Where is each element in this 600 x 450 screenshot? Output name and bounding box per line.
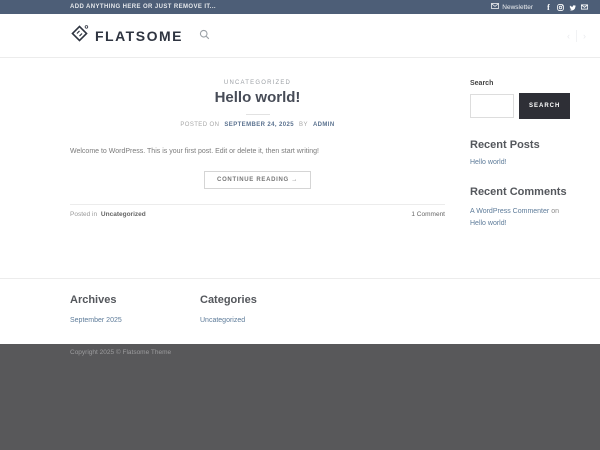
footer-archives: Archives September 2025 (70, 294, 200, 344)
absolute-footer: Copyright 2025 © Flatsome Theme (0, 344, 600, 450)
byline-prefix: POSTED ON (180, 122, 219, 128)
main-content: UNCATEGORIZED Hello world! POSTED ON SEP… (0, 58, 600, 278)
posted-in-label: Posted in (70, 211, 97, 218)
flatsome-diamond-icon (70, 24, 89, 48)
continue-reading-button[interactable]: CONTINUE READING → (204, 171, 311, 189)
instagram-icon[interactable] (557, 4, 564, 11)
post-category-label[interactable]: UNCATEGORIZED (70, 80, 445, 86)
chevron-right-icon: › (583, 31, 586, 41)
facebook-icon[interactable]: f (545, 4, 552, 11)
archive-link[interactable]: September 2025 (70, 317, 200, 324)
sidebar: Search SEARCH Recent Posts Hello world! … (470, 80, 588, 278)
sidebar-search-form: SEARCH (470, 93, 588, 119)
sidebar-search-button[interactable]: SEARCH (519, 93, 570, 119)
categories-title: Categories (200, 294, 330, 306)
byline-by: BY (299, 122, 308, 128)
topbar-right: Newsletter f (491, 3, 588, 11)
newsletter-label: Newsletter (502, 4, 533, 11)
envelope-icon (491, 3, 499, 11)
chevron-left-icon: ‹ (567, 31, 570, 41)
recent-comment-item: A WordPress Commenter on Hello world! (470, 206, 588, 231)
top-bar: ADD ANYTHING HERE OR JUST REMOVE IT... N… (0, 0, 600, 14)
post-title[interactable]: Hello world! (70, 89, 445, 106)
post-summary: UNCATEGORIZED Hello world! POSTED ON SEP… (70, 80, 445, 278)
site-logo[interactable]: FLATSOME (70, 24, 183, 48)
newsletter-link[interactable]: Newsletter (491, 3, 533, 11)
sidebar-search-input[interactable] (470, 94, 514, 118)
footer-categories: Categories Uncategorized (200, 294, 330, 344)
search-icon[interactable] (199, 27, 210, 45)
post-byline: POSTED ON SEPTEMBER 24, 2025 BY ADMIN (70, 122, 445, 128)
logo-text: FLATSOME (95, 28, 183, 44)
category-link[interactable]: Uncategorized (200, 317, 330, 324)
footer-widgets: Archives September 2025 Categories Uncat… (0, 278, 600, 344)
continue-reading-wrap: CONTINUE READING → (70, 168, 445, 189)
title-divider (246, 114, 270, 115)
topbar-message: ADD ANYTHING HERE OR JUST REMOVE IT... (70, 4, 216, 10)
archives-title: Archives (70, 294, 200, 306)
comment-on-word: on (551, 208, 559, 215)
post-excerpt: Welcome to WordPress. This is your first… (70, 148, 445, 155)
social-icons: f (545, 4, 588, 11)
post-author-link[interactable]: ADMIN (313, 122, 335, 128)
header-divider (576, 30, 577, 42)
post-meta-row: Posted in Uncategorized 1 Comment (70, 204, 445, 218)
recent-post-link[interactable]: Hello world! (470, 159, 588, 166)
copyright-text: Copyright 2025 © Flatsome Theme (70, 349, 588, 356)
header-right-controls[interactable]: ‹ › (567, 14, 586, 58)
sidebar-search-label: Search (470, 80, 588, 87)
recent-comments-title: Recent Comments (470, 186, 588, 198)
posted-in-category-link[interactable]: Uncategorized (101, 211, 146, 218)
posted-in: Posted in Uncategorized (70, 211, 146, 218)
email-icon[interactable] (581, 4, 588, 11)
comment-author-link[interactable]: A WordPress Commenter (470, 208, 549, 215)
recent-posts-title: Recent Posts (470, 139, 588, 151)
comment-post-link[interactable]: Hello world! (470, 218, 588, 230)
site-header: FLATSOME ‹ › (0, 14, 600, 58)
twitter-icon[interactable] (569, 4, 576, 11)
post-date-link[interactable]: SEPTEMBER 24, 2025 (224, 122, 294, 128)
comments-link[interactable]: 1 Comment (411, 211, 445, 218)
